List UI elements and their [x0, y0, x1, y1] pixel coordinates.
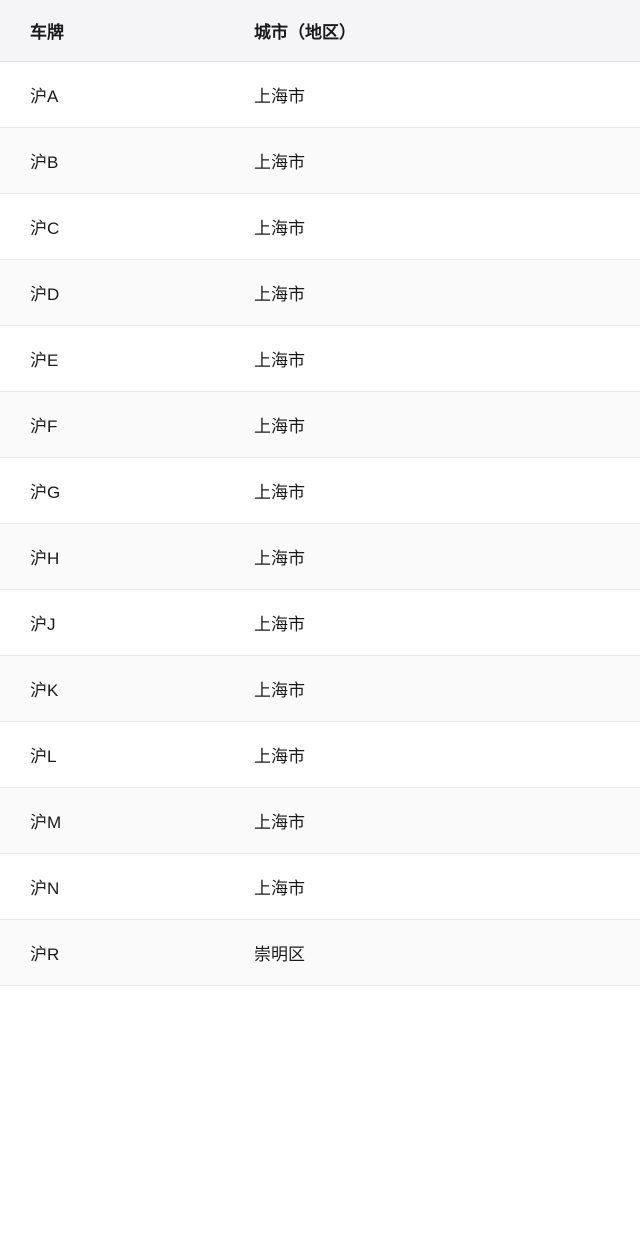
- header-plate: 车牌: [0, 0, 224, 62]
- cell-city: 上海市: [224, 854, 640, 920]
- table-header-row: 车牌 城市（地区）: [0, 0, 640, 62]
- cell-city: 上海市: [224, 458, 640, 524]
- cell-city: 上海市: [224, 524, 640, 590]
- table-row: 沪J上海市: [0, 590, 640, 656]
- cell-city: 上海市: [224, 392, 640, 458]
- cell-city: 上海市: [224, 194, 640, 260]
- license-plate-table: 车牌 城市（地区） 沪A上海市沪B上海市沪C上海市沪D上海市沪E上海市沪F上海市…: [0, 0, 640, 986]
- header-city: 城市（地区）: [224, 0, 640, 62]
- cell-city: 上海市: [224, 326, 640, 392]
- cell-plate: 沪F: [0, 392, 224, 458]
- table-row: 沪B上海市: [0, 128, 640, 194]
- cell-plate: 沪D: [0, 260, 224, 326]
- cell-city: 上海市: [224, 128, 640, 194]
- table-row: 沪F上海市: [0, 392, 640, 458]
- cell-city: 上海市: [224, 788, 640, 854]
- cell-plate: 沪A: [0, 62, 224, 128]
- cell-plate: 沪H: [0, 524, 224, 590]
- table-row: 沪R崇明区: [0, 920, 640, 986]
- cell-plate: 沪M: [0, 788, 224, 854]
- cell-plate: 沪R: [0, 920, 224, 986]
- cell-plate: 沪N: [0, 854, 224, 920]
- table-row: 沪C上海市: [0, 194, 640, 260]
- table-row: 沪M上海市: [0, 788, 640, 854]
- table-row: 沪H上海市: [0, 524, 640, 590]
- cell-city: 上海市: [224, 590, 640, 656]
- table-row: 沪D上海市: [0, 260, 640, 326]
- cell-city: 上海市: [224, 62, 640, 128]
- cell-plate: 沪E: [0, 326, 224, 392]
- cell-plate: 沪L: [0, 722, 224, 788]
- table-row: 沪A上海市: [0, 62, 640, 128]
- cell-city: 崇明区: [224, 920, 640, 986]
- table-row: 沪E上海市: [0, 326, 640, 392]
- cell-city: 上海市: [224, 656, 640, 722]
- cell-plate: 沪C: [0, 194, 224, 260]
- cell-plate: 沪B: [0, 128, 224, 194]
- cell-city: 上海市: [224, 722, 640, 788]
- cell-plate: 沪K: [0, 656, 224, 722]
- cell-city: 上海市: [224, 260, 640, 326]
- cell-plate: 沪J: [0, 590, 224, 656]
- cell-plate: 沪G: [0, 458, 224, 524]
- table-row: 沪N上海市: [0, 854, 640, 920]
- table-row: 沪G上海市: [0, 458, 640, 524]
- table-row: 沪K上海市: [0, 656, 640, 722]
- table-row: 沪L上海市: [0, 722, 640, 788]
